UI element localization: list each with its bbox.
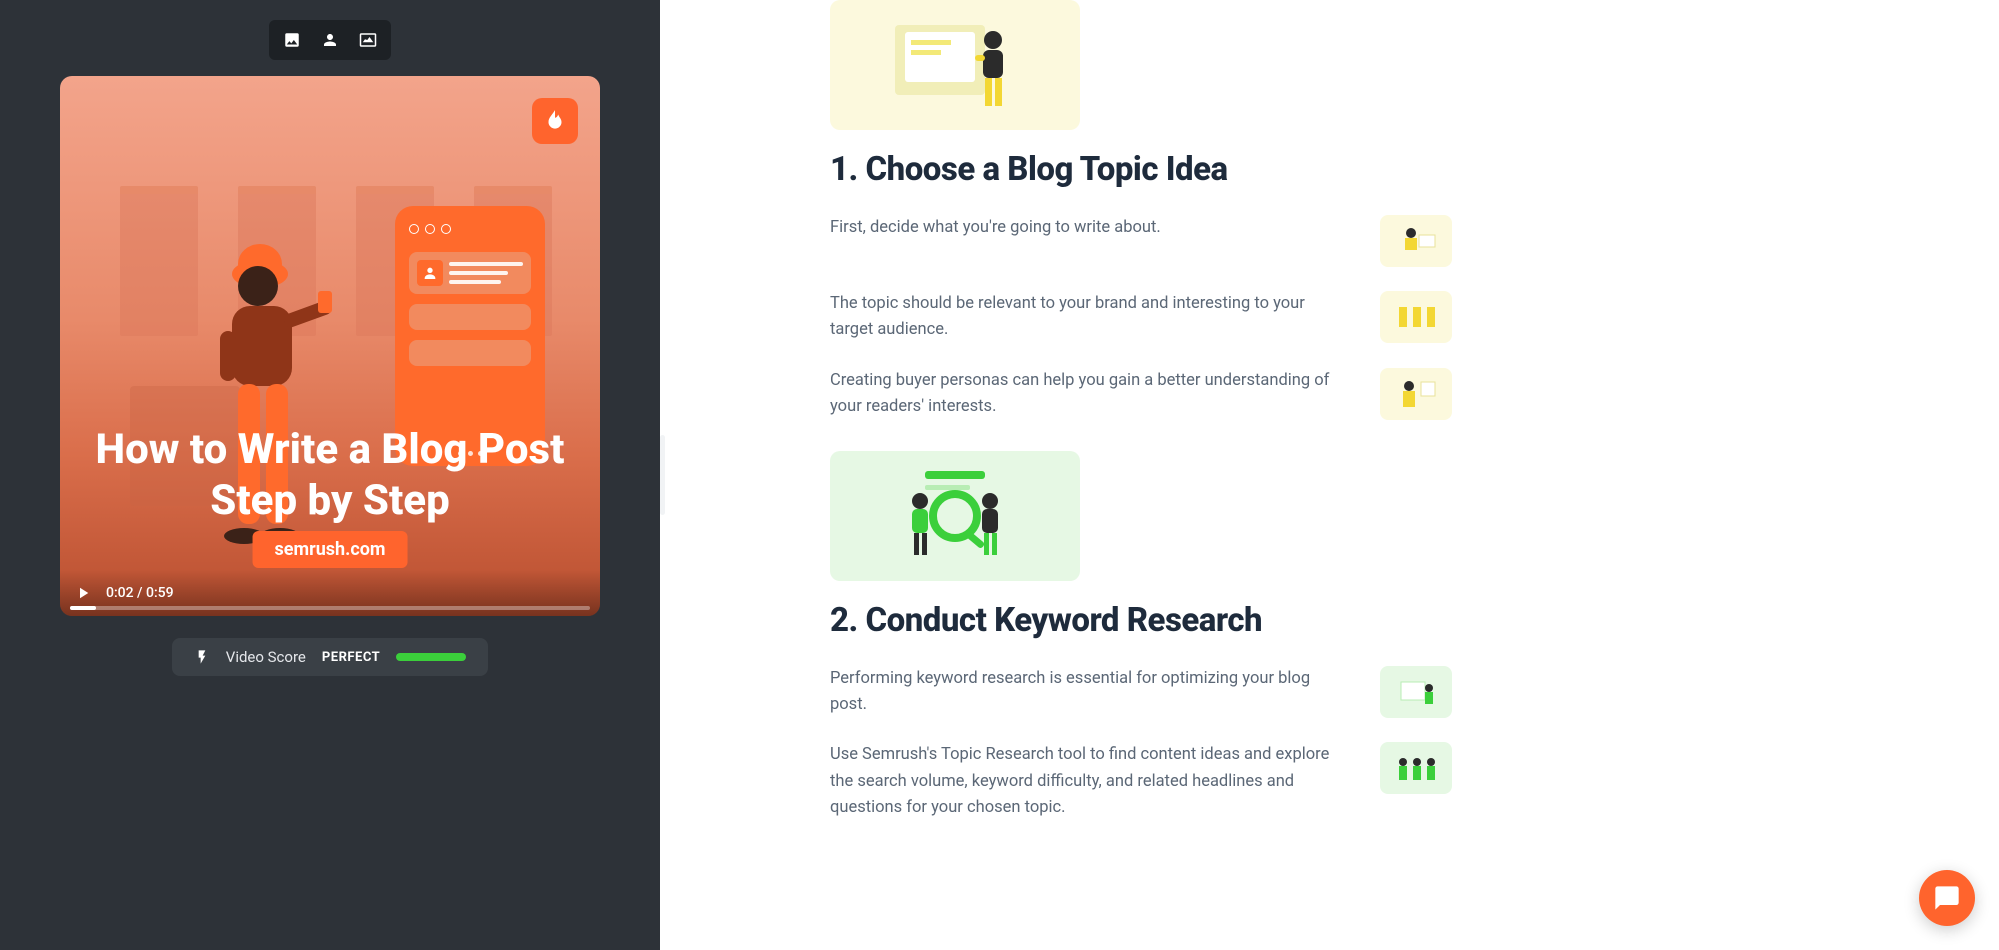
image-icon bbox=[283, 31, 301, 49]
paragraph-row: The topic should be relevant to your bra… bbox=[830, 291, 1959, 344]
brand-pill: semrush.com bbox=[253, 531, 408, 568]
section-illustration bbox=[830, 451, 1080, 581]
time-display: 0:02 / 0:59 bbox=[106, 585, 174, 601]
paragraph-row: Use Semrush's Topic Research tool to fin… bbox=[830, 742, 1959, 821]
landscape-icon bbox=[359, 31, 377, 49]
section-heading: 1. Choose a Blog Topic Idea bbox=[830, 150, 1959, 189]
paragraph-text: First, decide what you're going to write… bbox=[830, 215, 1350, 241]
paragraph-thumb[interactable] bbox=[1380, 291, 1452, 343]
brand-badge bbox=[532, 98, 578, 144]
paragraph-text: Use Semrush's Topic Research tool to fin… bbox=[830, 742, 1350, 821]
play-button[interactable] bbox=[74, 584, 92, 602]
paragraph-thumb[interactable] bbox=[1380, 742, 1452, 794]
video-title: How to Write a Blog Post Step by Step bbox=[60, 425, 600, 526]
video-preview[interactable]: How to Write a Blog Post Step by Step se… bbox=[60, 76, 600, 616]
paragraph-row: Creating buyer personas can help you gai… bbox=[830, 368, 1959, 421]
score-label: Video Score bbox=[226, 648, 306, 666]
landscape-mode-button[interactable] bbox=[349, 24, 387, 56]
chat-fab[interactable] bbox=[1919, 870, 1975, 926]
paragraph-text: Creating buyer personas can help you gai… bbox=[830, 368, 1350, 421]
score-bar bbox=[396, 653, 466, 661]
image-mode-button[interactable] bbox=[273, 24, 311, 56]
video-score-pill: Video Score PERFECT bbox=[172, 638, 488, 676]
paragraph-text: The topic should be relevant to your bra… bbox=[830, 291, 1350, 344]
portrait-mode-button[interactable] bbox=[311, 24, 349, 56]
portrait-icon bbox=[321, 31, 339, 49]
paragraph-thumb[interactable] bbox=[1380, 666, 1452, 718]
content-section: 1. Choose a Blog Topic Idea First, decid… bbox=[830, 0, 1959, 421]
decor-window bbox=[120, 186, 198, 336]
app-root: How to Write a Blog Post Step by Step se… bbox=[0, 0, 1999, 950]
media-toolbar bbox=[269, 20, 391, 60]
play-icon bbox=[74, 584, 92, 602]
paragraph-row: Performing keyword research is essential… bbox=[830, 666, 1959, 719]
bolt-icon bbox=[194, 649, 210, 665]
paragraph-thumb[interactable] bbox=[1380, 215, 1452, 267]
section-heading: 2. Conduct Keyword Research bbox=[830, 601, 1959, 640]
content-section: 2. Conduct Keyword Research Performing k… bbox=[830, 451, 1959, 822]
paragraph-row: First, decide what you're going to write… bbox=[830, 215, 1959, 267]
progress-fill bbox=[70, 606, 96, 610]
score-value: PERFECT bbox=[322, 650, 380, 665]
paragraph-thumb[interactable] bbox=[1380, 368, 1452, 420]
chat-icon bbox=[1933, 884, 1961, 912]
section-illustration bbox=[830, 0, 1080, 130]
progress-track[interactable] bbox=[70, 606, 590, 610]
video-panel: How to Write a Blog Post Step by Step se… bbox=[0, 0, 660, 950]
content-panel[interactable]: 1. Choose a Blog Topic Idea First, decid… bbox=[660, 0, 1999, 950]
paragraph-text: Performing keyword research is essential… bbox=[830, 666, 1350, 719]
flame-icon bbox=[542, 108, 568, 134]
